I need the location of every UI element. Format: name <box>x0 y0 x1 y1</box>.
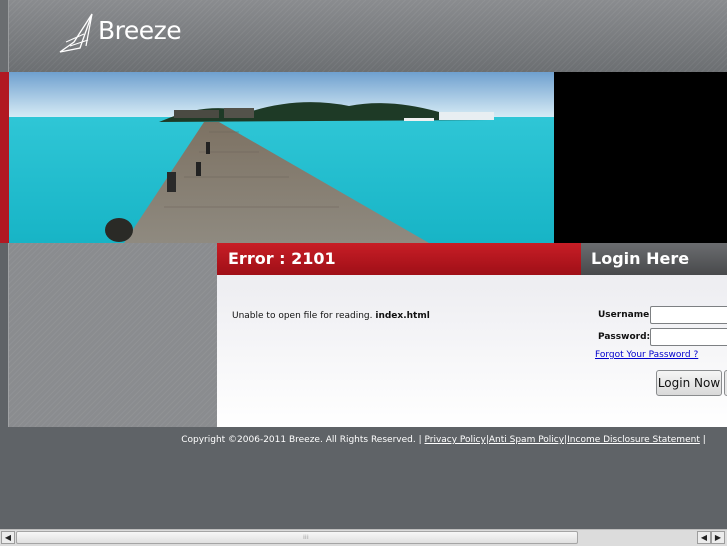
login-title: Login Here <box>591 249 690 268</box>
footer: Copyright ©2006-2011 Breeze. All Rights … <box>0 435 727 445</box>
privacy-policy-link[interactable]: Privacy Policy <box>424 435 485 445</box>
password-input[interactable] <box>650 328 727 346</box>
income-disclosure-link[interactable]: Income Disclosure Statement <box>567 435 700 445</box>
forgot-password-link[interactable]: Forgot Your Password ? <box>595 350 698 360</box>
site-logo-text: Breeze <box>98 16 182 45</box>
scroll-left-arrow-icon-2[interactable]: ◀ <box>697 531 711 544</box>
left-side-panel <box>8 243 218 427</box>
error-message-file: index.html <box>375 311 430 321</box>
anti-spam-policy-link[interactable]: Anti Spam Policy <box>489 435 564 445</box>
header-left-strip <box>0 0 8 72</box>
banner-image <box>9 72 554 243</box>
scroll-right-arrow-icon[interactable]: ▶ <box>711 531 725 544</box>
scrollbar-grip-icon: ⁞⁞⁞ <box>303 534 309 541</box>
footer-separator: | <box>702 435 706 445</box>
scrollbar-thumb[interactable]: ⁞⁞⁞ <box>16 531 578 544</box>
error-message: Unable to open file for reading. index.h… <box>232 311 430 321</box>
breeze-sail-logo-icon <box>59 13 93 53</box>
footer-copyright: Copyright ©2006-2011 Breeze. All Rights … <box>181 435 422 445</box>
banner-left-accent <box>0 72 9 243</box>
horizontal-scrollbar[interactable]: ◀ ⁞⁞⁞ ◀ ▶ <box>0 529 727 546</box>
banner-right-panel <box>554 72 727 243</box>
error-title: Error : 2101 <box>228 249 336 268</box>
login-now-button[interactable]: Login Now <box>656 370 722 396</box>
error-message-text: Unable to open file for reading. <box>232 311 376 321</box>
username-label: Username: <box>598 310 653 320</box>
scroll-left-arrow-icon[interactable]: ◀ <box>1 531 15 544</box>
username-input[interactable] <box>650 306 727 324</box>
password-label: Password: <box>598 332 651 342</box>
